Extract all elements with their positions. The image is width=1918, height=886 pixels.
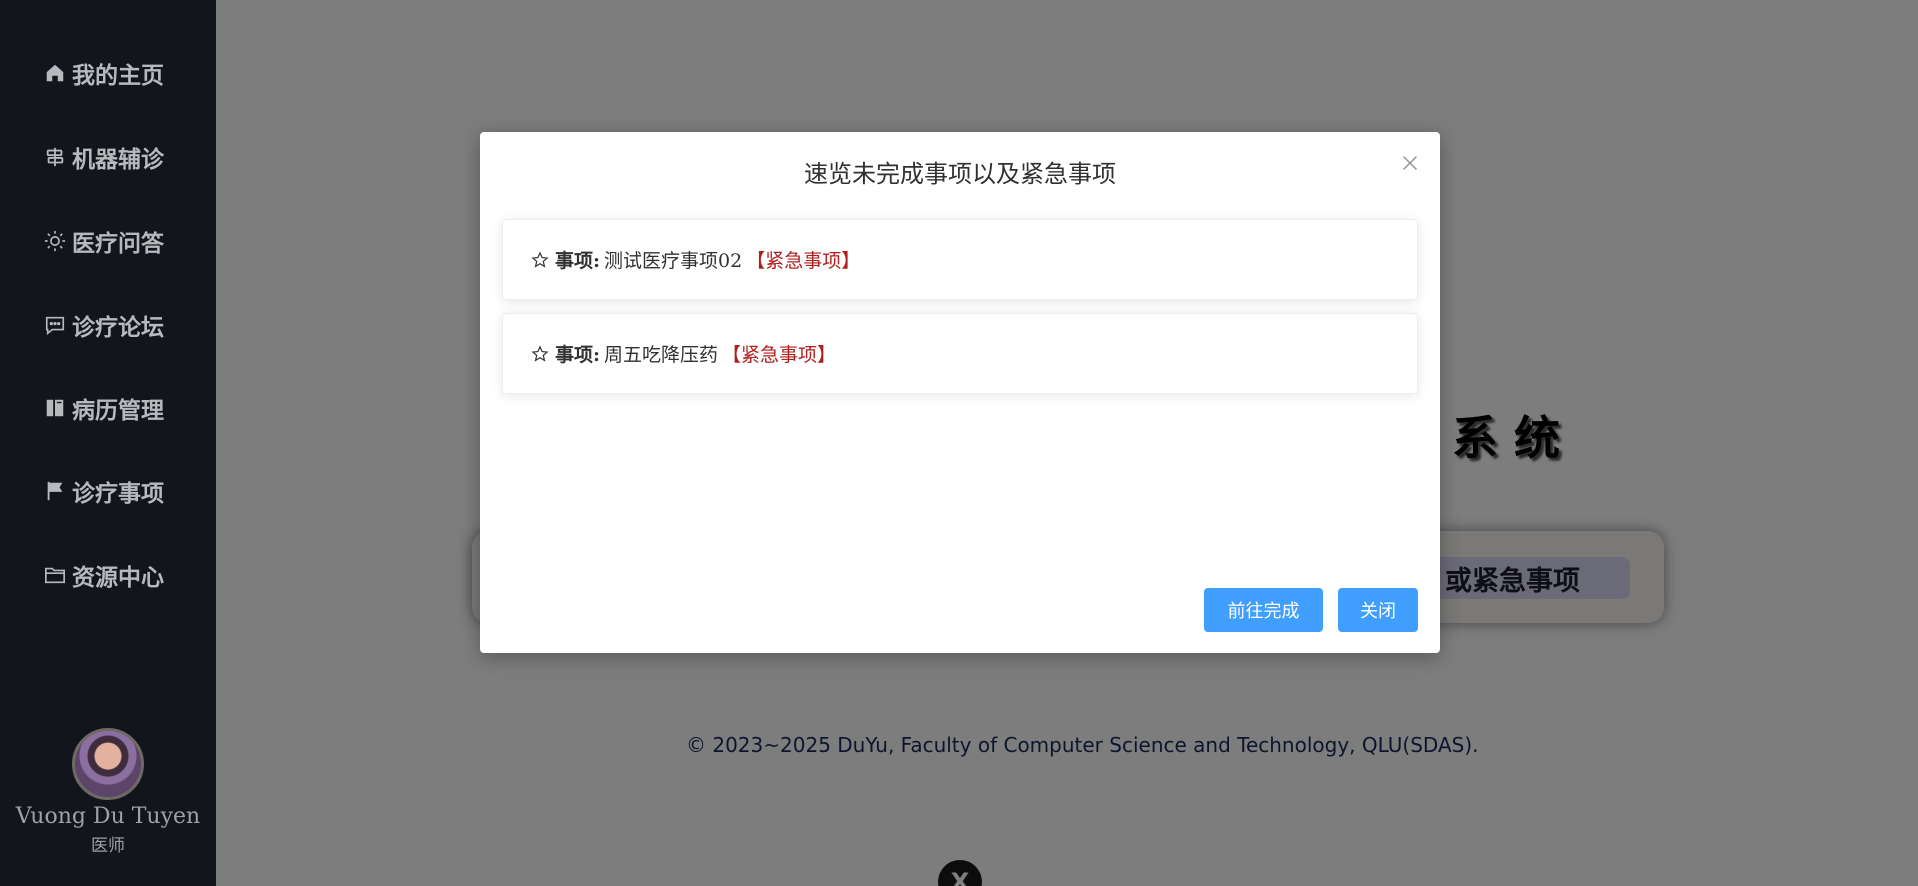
close-button[interactable]: 关闭 <box>1338 588 1418 632</box>
task-name: 周五吃降压药 <box>604 344 719 366</box>
sidebar: 我的主页 机器辅诊 医疗问答 诊疗论坛 病历管理 诊疗事项 资源中心 Vuong… <box>0 0 216 886</box>
task-card[interactable]: 事项: 测试医疗事项02 【紧急事项】 <box>502 219 1418 300</box>
dialog-title: 速览未完成事项以及紧急事项 <box>804 160 1116 188</box>
task-card[interactable]: 事项: 周五吃降压药 【紧急事项】 <box>502 313 1418 394</box>
task-label: 事项: <box>555 344 601 366</box>
tasks-dialog: 速览未完成事项以及紧急事项 事项: 测试医疗事项02 【紧急事项】 事项: 周五… <box>480 132 1440 653</box>
flag-icon <box>44 480 66 502</box>
folder-icon <box>44 564 66 586</box>
urgent-tag: 【紧急事项】 <box>746 250 861 272</box>
sidebar-item-machine-diagnosis[interactable]: 机器辅诊 <box>44 137 164 177</box>
go-complete-button[interactable]: 前往完成 <box>1204 588 1323 632</box>
sidebar-item-label: 我的主页 <box>72 63 164 89</box>
urgent-tag: 【紧急事项】 <box>722 344 837 366</box>
star-icon <box>531 250 549 269</box>
user-profile: Vuong Du Tuyen 医师 <box>0 728 216 856</box>
sidebar-item-records[interactable]: 病历管理 <box>44 388 164 428</box>
sidebar-item-label: 诊疗论坛 <box>72 315 164 341</box>
book-icon <box>44 397 66 419</box>
sidebar-item-label: 医疗问答 <box>72 231 164 257</box>
sidebar-item-label: 机器辅诊 <box>72 147 164 173</box>
sidebar-item-medical-qa[interactable]: 医疗问答 <box>44 221 164 261</box>
star-icon <box>531 344 549 363</box>
sidebar-item-resources[interactable]: 资源中心 <box>44 555 164 595</box>
task-label: 事项: <box>555 250 601 272</box>
signpost-icon <box>44 146 66 168</box>
avatar[interactable] <box>72 728 144 800</box>
user-name: Vuong Du Tuyen <box>15 804 201 829</box>
home-icon <box>44 62 66 84</box>
sidebar-item-forum[interactable]: 诊疗论坛 <box>44 305 164 345</box>
user-role: 医师 <box>91 836 125 856</box>
sidebar-item-label: 诊疗事项 <box>72 481 164 507</box>
sidebar-item-tasks[interactable]: 诊疗事项 <box>44 471 164 511</box>
chat-icon <box>44 314 66 336</box>
sidebar-item-label: 病历管理 <box>72 398 164 424</box>
sidebar-item-home[interactable]: 我的主页 <box>44 53 164 93</box>
close-icon[interactable] <box>1399 152 1421 174</box>
sidebar-item-label: 资源中心 <box>72 565 164 591</box>
sun-icon <box>44 230 66 252</box>
task-name: 测试医疗事项02 <box>604 250 743 272</box>
